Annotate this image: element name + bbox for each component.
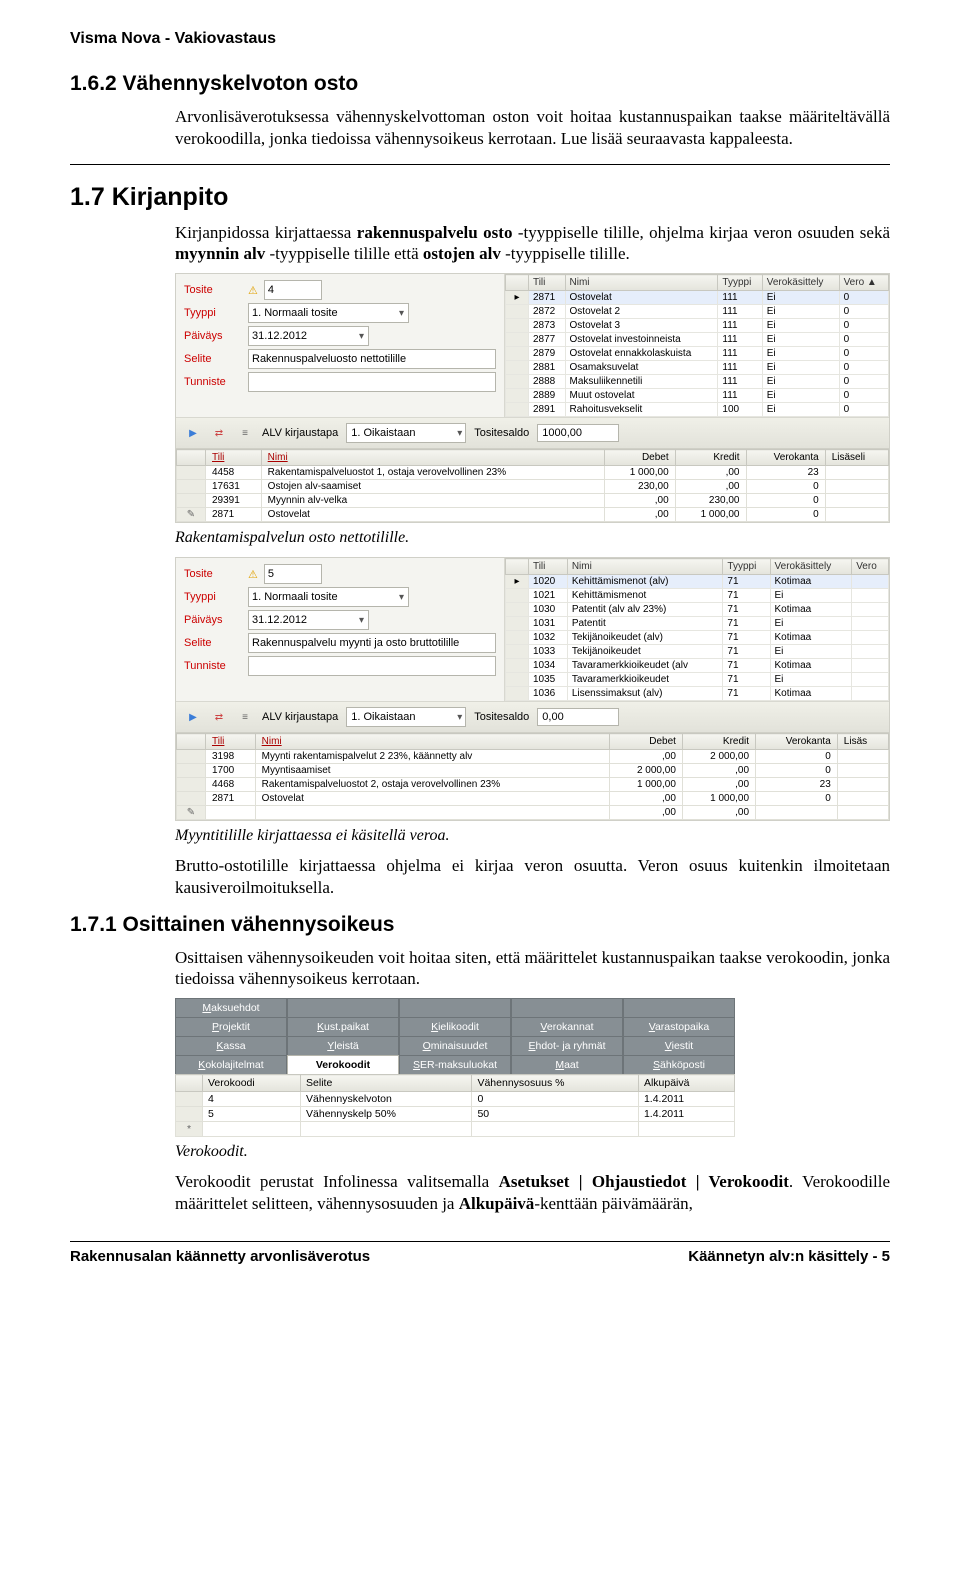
label-alv-kirjaustapa: ALV kirjaustapa <box>262 427 338 439</box>
entry-grid[interactable]: TiliNimiDebetKreditVerokantaLisäs3198Myy… <box>176 733 889 820</box>
toolbar: ▶ ⇄ ≡ ALV kirjaustapa 1. Oikaistaan Tosi… <box>176 702 889 733</box>
settings-tab[interactable]: Kassa <box>175 1036 287 1055</box>
caption-verokoodit: Verokoodit. <box>175 1143 890 1161</box>
value-tositesaldo: 0,00 <box>537 708 619 726</box>
input-tosite[interactable]: 4 <box>264 280 322 300</box>
settings-tab[interactable]: Varastopaika <box>623 1017 735 1036</box>
label-tunniste: Tunniste <box>184 660 248 672</box>
settings-tab[interactable]: Verokoodit <box>287 1055 399 1074</box>
select-alv-kirjaustapa[interactable]: 1. Oikaistaan <box>346 423 466 443</box>
section-divider <box>70 164 890 165</box>
heading-1-6-2: 1.6.2 Vähennyskelvoton osto <box>70 72 890 96</box>
screenshot-kirjanpito-1: Tosite ⚠ 4 Tyyppi 1. Normaali tosite Päi… <box>175 273 890 523</box>
para-1-7-1: Osittaisen vähennysoikeuden voit hoitaa … <box>175 947 890 991</box>
label-tosite: Tosite <box>184 568 248 580</box>
bold-2: myynnin alv <box>175 244 265 263</box>
label-tositesaldo: Tositesaldo <box>474 711 529 723</box>
transfer-icon[interactable]: ⇄ <box>210 709 228 725</box>
label-paivays: Päiväys <box>184 330 248 342</box>
input-tunniste[interactable] <box>248 372 496 392</box>
settings-tab[interactable] <box>287 998 399 1017</box>
caption-shot1: Rakentamispalvelun osto nettotilille. <box>175 529 890 547</box>
screenshot-verokoodit: MaksuehdotProjektitKust.paikatKielikoodi… <box>175 998 735 1137</box>
settings-tab[interactable]: Maksuehdot <box>175 998 287 1017</box>
caption-shot2: Myyntitilille kirjattaessa ei käsitellä … <box>175 827 890 845</box>
settings-tab[interactable]: Verokannat <box>511 1017 623 1036</box>
label-alv-kirjaustapa: ALV kirjaustapa <box>262 711 338 723</box>
account-list[interactable]: TiliNimiTyyppiVerokäsittelyVero▸1020Kehi… <box>504 558 889 701</box>
verokoodit-table[interactable]: VerokoodiSeliteVähennysosuus %Alkupäivä4… <box>175 1074 735 1137</box>
label-selite: Selite <box>184 637 248 649</box>
settings-tab[interactable]: Viestit <box>623 1036 735 1055</box>
toolbar: ▶ ⇄ ≡ ALV kirjaustapa 1. Oikaistaan Tosi… <box>176 418 889 449</box>
bold-3: ostojen alv <box>423 244 501 263</box>
settings-tab[interactable] <box>399 998 511 1017</box>
settings-tab[interactable]: Ominaisuudet <box>399 1036 511 1055</box>
list-icon[interactable]: ≡ <box>236 709 254 725</box>
doc-header: Visma Nova - Vakiovastaus <box>70 30 890 48</box>
play-icon[interactable]: ▶ <box>184 709 202 725</box>
entry-grid[interactable]: TiliNimiDebetKreditVerokantaLisäseli4458… <box>176 449 889 522</box>
settings-tab[interactable] <box>511 998 623 1017</box>
para-after-verokoodit: Verokoodit perustat Infolinessa valitsem… <box>175 1171 890 1215</box>
settings-tab[interactable]: Projektit <box>175 1017 287 1036</box>
value-tositesaldo: 1000,00 <box>537 424 619 442</box>
label-selite: Selite <box>184 353 248 365</box>
input-tosite[interactable]: 5 <box>264 564 322 584</box>
settings-tab[interactable]: Sähköposti <box>623 1055 735 1074</box>
para-1-6-2: Arvonlisäverotuksessa vähennyskelvottoma… <box>175 106 890 150</box>
settings-tab[interactable]: Kust.paikat <box>287 1017 399 1036</box>
label-tyyppi: Tyyppi <box>184 307 248 319</box>
label-tositesaldo: Tositesaldo <box>474 427 529 439</box>
bold-menu-path: Asetukset | Ohjaustiedot | Verokoodit <box>499 1172 789 1191</box>
label-tunniste: Tunniste <box>184 376 248 388</box>
para-1-7-intro: Kirjanpidossa kirjattaessa rakennuspalve… <box>175 222 890 266</box>
settings-tab[interactable]: SER-maksuluokat <box>399 1055 511 1074</box>
input-selite[interactable]: Rakennuspalvelu myynti ja osto bruttotil… <box>248 633 496 653</box>
settings-tab[interactable]: Maat <box>511 1055 623 1074</box>
settings-tab[interactable]: Yleistä <box>287 1036 399 1055</box>
input-tunniste[interactable] <box>248 656 496 676</box>
input-selite[interactable]: Rakennuspalveluosto nettotilille <box>248 349 496 369</box>
para-after-shot2: Brutto-ostotilille kirjattaessa ohjelma … <box>175 855 890 899</box>
select-tyyppi[interactable]: 1. Normaali tosite <box>248 587 409 607</box>
bold-1: rakennuspalvelu osto <box>357 223 513 242</box>
select-alv-kirjaustapa[interactable]: 1. Oikaistaan <box>346 707 466 727</box>
transfer-icon[interactable]: ⇄ <box>210 425 228 441</box>
bold-alkupaiva: Alkupäivä <box>459 1194 535 1213</box>
label-tyyppi: Tyyppi <box>184 591 248 603</box>
account-list[interactable]: TiliNimiTyyppiVerokäsittelyVero ▲▸2871Os… <box>504 274 889 417</box>
settings-tab[interactable]: Kokolajitelmat <box>175 1055 287 1074</box>
list-icon[interactable]: ≡ <box>236 425 254 441</box>
screenshot-kirjanpito-2: Tosite ⚠ 5 Tyyppi 1. Normaali tosite Päi… <box>175 557 890 821</box>
warning-icon: ⚠ <box>248 284 258 297</box>
settings-tab[interactable] <box>623 998 735 1017</box>
warning-icon: ⚠ <box>248 568 258 581</box>
footer-divider <box>70 1241 890 1242</box>
play-icon[interactable]: ▶ <box>184 425 202 441</box>
heading-1-7: 1.7 Kirjanpito <box>70 183 890 212</box>
select-tyyppi[interactable]: 1. Normaali tosite <box>248 303 409 323</box>
label-paivays: Päiväys <box>184 614 248 626</box>
input-paivays[interactable]: 31.12.2012 <box>248 610 369 630</box>
heading-1-7-1: 1.7.1 Osittainen vähennysoikeus <box>70 913 890 937</box>
settings-tab[interactable]: Ehdot- ja ryhmät <box>511 1036 623 1055</box>
settings-tab[interactable]: Kielikoodit <box>399 1017 511 1036</box>
footer-left: Rakennusalan käännetty arvonlisäverotus <box>70 1248 370 1265</box>
label-tosite: Tosite <box>184 284 248 296</box>
footer-right: Käännetyn alv:n käsittely - 5 <box>688 1248 890 1265</box>
input-paivays[interactable]: 31.12.2012 <box>248 326 369 346</box>
